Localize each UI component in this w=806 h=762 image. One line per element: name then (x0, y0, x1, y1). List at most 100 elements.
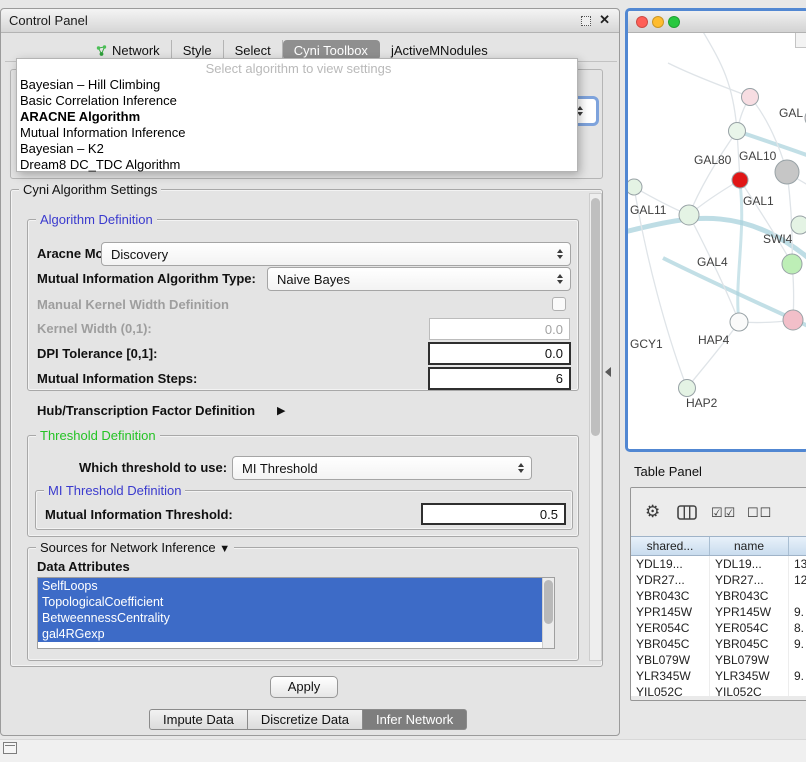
node-label: HAP2 (686, 396, 717, 410)
which-threshold-value: MI Threshold (233, 461, 318, 476)
network-node[interactable] (729, 123, 746, 140)
network-canvas[interactable]: GAL80 GAL10 GAL11 GAL1 SWI4 GAL4 GCY1 HA… (628, 33, 806, 449)
cell: YDR27... (631, 572, 710, 588)
close-icon[interactable]: ✕ (599, 12, 610, 28)
algorithm-option[interactable]: Bayesian – K2 (17, 141, 577, 157)
tab-infer-network[interactable]: Infer Network (363, 709, 467, 730)
algorithm-option[interactable]: Basic Correlation Inference (17, 93, 577, 109)
list-item[interactable]: SelfLoops (38, 578, 554, 594)
algorithm-option[interactable]: Mutual Information Inference (17, 125, 577, 141)
table-header: shared... name (631, 536, 806, 556)
table-row[interactable]: YIL052CYIL052C (631, 684, 806, 696)
popup-placeholder: Select algorithm to view settings (17, 61, 577, 77)
cell (789, 652, 806, 668)
gear-icon[interactable]: ⚙ (645, 502, 660, 522)
network-node[interactable] (782, 254, 802, 274)
network-node-selected[interactable] (732, 172, 748, 188)
mi-threshold-field[interactable]: 0.5 (421, 503, 566, 525)
column-header-clipped[interactable] (789, 537, 806, 555)
aracne-mode-select[interactable]: Discovery (101, 242, 571, 266)
cell: YLR345W (710, 668, 789, 684)
network-node[interactable] (742, 89, 759, 106)
table-row[interactable]: YBR045CYBR045C9. (631, 636, 806, 652)
expand-right-icon[interactable]: ▶ (277, 404, 285, 417)
tab-jactivemnodules[interactable]: jActiveMNodules (380, 40, 499, 60)
mac-zoom-button[interactable] (668, 16, 680, 28)
tab-discretize-data[interactable]: Discretize Data (248, 709, 363, 730)
mac-minimize-button[interactable] (652, 16, 664, 28)
settings-scrollbar[interactable] (589, 193, 602, 661)
manual-kernel-checkbox[interactable] (552, 297, 566, 311)
tab-select[interactable]: Select (224, 40, 283, 60)
apply-button[interactable]: Apply (270, 676, 338, 698)
table-row[interactable]: YBL079WYBL079W (631, 652, 806, 668)
column-header-name[interactable]: name (710, 537, 789, 555)
collapse-down-icon[interactable]: ▼ (219, 543, 230, 555)
float-window-icon[interactable] (581, 16, 591, 26)
node-label: GAL11 (630, 203, 666, 217)
dpi-tolerance-label: DPI Tolerance [0,1]: (37, 346, 157, 362)
table-row[interactable]: YLR345WYLR345W9. (631, 668, 806, 684)
cell: YIL052C (710, 684, 789, 696)
deselect-all-icon[interactable]: ☐☐ (747, 505, 772, 521)
network-node[interactable] (791, 216, 806, 234)
table-row[interactable]: YDR27...YDR27...12 (631, 572, 806, 588)
cell: YDR27... (710, 572, 789, 588)
network-window-titlebar (628, 11, 806, 33)
mi-steps-label: Mutual Information Steps: (37, 371, 197, 387)
docked-panel-icon[interactable] (3, 742, 17, 754)
threshold-definition-title: Threshold Definition (36, 428, 160, 443)
algorithm-option-selected[interactable]: ARACNE Algorithm (17, 109, 577, 125)
cell (789, 684, 806, 696)
mi-steps-field[interactable]: 6 (428, 367, 571, 390)
tab-style[interactable]: Style (172, 40, 224, 60)
tab-impute-data[interactable]: Impute Data (149, 709, 248, 730)
column-chooser-icon[interactable] (677, 505, 697, 520)
mac-close-button[interactable] (636, 16, 648, 28)
network-node[interactable] (628, 179, 642, 195)
network-tab-icon (96, 45, 107, 56)
cell (789, 588, 806, 604)
cell: YER054C (631, 620, 710, 636)
node-label: GAL10 (739, 149, 776, 163)
panel-collapse-arrow-icon[interactable] (605, 367, 611, 377)
network-scrollbar-corner[interactable] (795, 33, 806, 48)
cell: YLR345W (631, 668, 710, 684)
table-row[interactable]: YPR145WYPR145W9. (631, 604, 806, 620)
cell: YPR145W (710, 604, 789, 620)
kernel-width-field[interactable]: 0.0 (429, 318, 570, 340)
network-node[interactable] (679, 205, 699, 225)
dpi-tolerance-field[interactable]: 0.0 (428, 342, 571, 365)
data-attributes-label: Data Attributes (37, 559, 130, 575)
network-node[interactable] (775, 160, 799, 184)
list-scrollbar-thumb[interactable] (544, 580, 553, 624)
algorithm-option[interactable]: Bayesian – Hill Climbing (17, 77, 577, 93)
list-item[interactable]: TopologicalCoefficient (38, 594, 554, 610)
column-header-shared-name[interactable]: shared... (631, 537, 710, 555)
table-row[interactable]: YDL19...YDL19...13 (631, 556, 806, 572)
node-label: SWI4 (763, 232, 792, 246)
table-row[interactable]: YER054CYER054C8. (631, 620, 806, 636)
network-view-window: GAL80 GAL10 GAL11 GAL1 SWI4 GAL4 GCY1 HA… (625, 8, 806, 452)
tab-network[interactable]: Network (85, 40, 172, 60)
select-all-icon[interactable]: ☑☑ (711, 505, 736, 521)
which-threshold-select[interactable]: MI Threshold (232, 456, 532, 480)
network-node[interactable] (783, 310, 803, 330)
settings-scrollbar-thumb[interactable] (591, 198, 600, 436)
algorithm-option[interactable]: Dream8 DC_TDC Algorithm (17, 157, 577, 173)
list-scrollbar[interactable] (542, 578, 554, 648)
node-label-clipped: GAL (779, 106, 803, 120)
mi-type-select[interactable]: Naive Bayes (267, 267, 571, 291)
data-attributes-list[interactable]: SelfLoops TopologicalCoefficient Between… (37, 577, 555, 649)
network-node[interactable] (730, 313, 748, 331)
table-panel-title: Table Panel (634, 464, 702, 479)
kernel-width-label: Kernel Width (0,1): (37, 321, 152, 337)
list-item[interactable]: gal4RGexp (38, 626, 554, 642)
table-row[interactable]: YBR043CYBR043C (631, 588, 806, 604)
algorithm-dropdown-popup: Select algorithm to view settings Bayesi… (16, 58, 578, 172)
list-item[interactable]: BetweennessCentrality (38, 610, 554, 626)
network-node[interactable] (679, 380, 696, 397)
cell: 8. (789, 620, 806, 636)
tab-cyni-toolbox[interactable]: Cyni Toolbox (283, 40, 380, 60)
node-label: GCY1 (630, 337, 663, 351)
